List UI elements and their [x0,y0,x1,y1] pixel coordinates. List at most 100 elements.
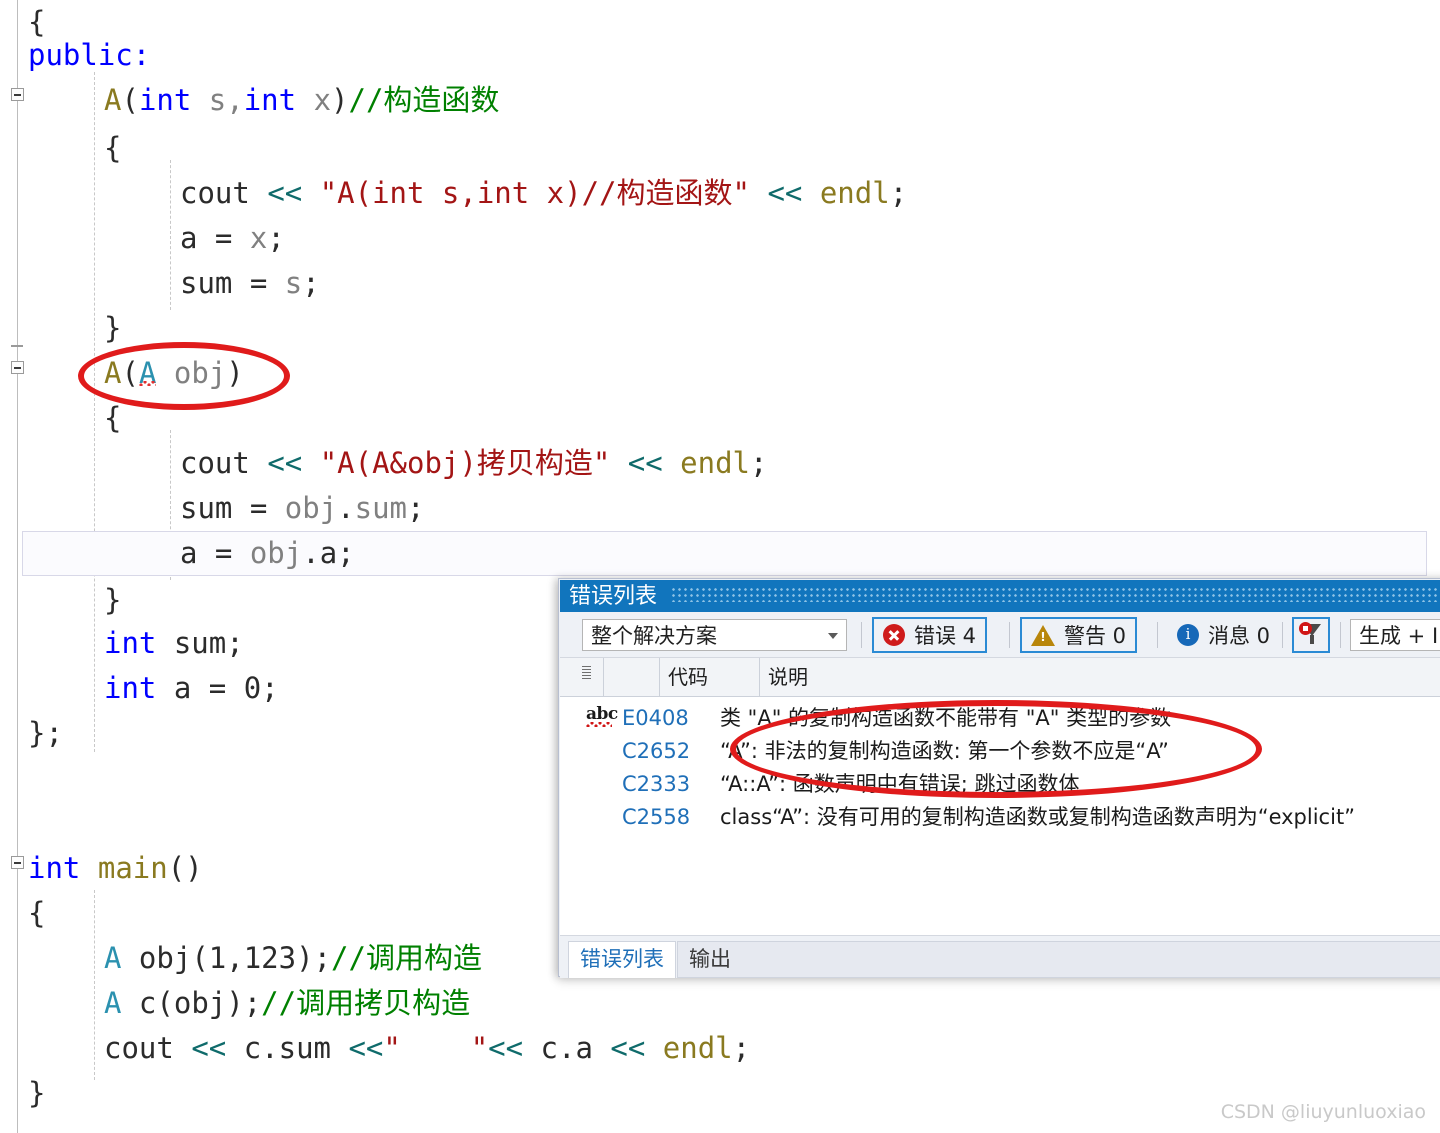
code-line[interactable]: A c(obj);//调用拷贝构造 [0,981,470,1026]
code-token: int [28,851,81,885]
code-token: << [610,1031,646,1065]
code-token: public: [28,38,151,72]
code-token: obj [156,356,227,390]
code-line[interactable]: A(A obj) [0,351,244,396]
error-list-titlebar[interactable]: 错误列表 [560,580,1440,612]
messages-filter-button[interactable]: 消息 0 [1168,617,1280,653]
error-code[interactable]: C2652 [622,735,690,768]
code-line[interactable]: cout << "A(int s,int x)//构造函数" << endl; [0,171,907,216]
column-header-code[interactable]: 代码 [660,658,760,696]
code-line[interactable]: int a = 0; [0,666,279,711]
code-token: //调用构造 [331,941,482,975]
code-line[interactable]: a = obj.a; [0,531,355,576]
errors-filter-button[interactable]: 错误 4 [872,617,988,653]
code-token: . [337,491,355,525]
code-line[interactable]: }; [0,711,63,756]
code-token: ; [261,671,279,705]
code-token: obj [173,986,227,1020]
code-line[interactable]: { [0,126,121,171]
code-token: obj [267,491,338,525]
column-header-description[interactable]: 说明 [760,658,1440,696]
build-filter-dropdown[interactable]: 生成 + In [1350,619,1440,651]
column-header-severity[interactable] [560,658,604,696]
code-token: a [156,671,209,705]
error-list-row[interactable]: C2558 class“A”: 没有可用的复制构造函数或复制构造函数声明为“exp… [560,801,1440,834]
code-token: A [104,83,122,117]
tab-error-list[interactable]: 错误列表 [568,941,676,978]
error-list-toolbar[interactable]: 整个解决方案 错误 4 警告 0 消息 0 生成 + In [560,612,1440,657]
code-token: = [214,536,233,570]
code-line[interactable]: cout << c.sum <<" "<< c.a << endl; [0,1026,750,1071]
code-token: sum [180,491,250,525]
error-list-row[interactable]: C2333 “A::A”: 函数声明中有错误; 跳过函数体 [560,768,1440,801]
code-token: int [138,83,192,117]
code-line[interactable]: A obj(1,123);//调用构造 [0,936,482,981]
tab-output[interactable]: 输出 [677,941,1440,978]
code-token: << [267,446,303,480]
code-token: ( [191,941,209,975]
warnings-filter-button[interactable]: 警告 0 [1020,617,1138,653]
code-token: }; [28,716,63,750]
error-code[interactable]: C2333 [622,768,690,801]
sort-indicator-icon [582,666,591,680]
error-list-grid[interactable]: 代码 说明 abc E0408 类 "A" 的复制构造函数不能带有 "A" 类型的参… [560,657,1440,936]
code-line[interactable]: sum = obj.sum; [0,486,424,531]
code-token: sum [156,626,227,660]
code-token: ; [267,221,285,255]
code-token: obj [121,941,192,975]
code-line[interactable]: { [0,891,45,936]
code-token: ; [750,446,768,480]
code-line[interactable]: cout << "A(A&obj)拷贝构造" << endl; [0,441,767,486]
code-token: << [348,1031,384,1065]
code-token: ; [302,266,320,300]
error-code[interactable]: C2558 [622,801,690,834]
code-line[interactable]: A(int s,int x)//构造函数 [0,78,499,123]
code-token: obj [232,536,303,570]
code-token: endl [819,176,890,210]
funnel-badge-dot [1299,622,1312,635]
error-list-panel[interactable]: 错误列表 整个解决方案 错误 4 警告 0 消息 0 [558,578,1440,978]
code-token: ; [226,626,244,660]
code-token: ( [121,83,139,117]
code-token: { [28,896,46,930]
error-list-row[interactable]: C2652 “A”: 非法的复制构造函数: 第一个参数不应是“A” [560,735,1440,768]
code-token: "A(int s,int x)//构造函数" [319,176,750,210]
code-token: endl [662,1031,733,1065]
scope-filter-value: 整个解决方案 [591,624,717,648]
code-line[interactable]: int main() [0,846,203,891]
code-token: c [226,1031,262,1065]
code-line[interactable]: int sum; [0,621,244,666]
code-token: cout [180,446,268,480]
code-token: ) [331,83,349,117]
funnel-stem [1310,635,1314,644]
code-line[interactable]: a = x; [0,216,285,261]
column-header-icon[interactable] [604,658,660,696]
code-line[interactable]: } [0,578,121,623]
code-line[interactable]: { [0,396,121,441]
funnel-filter-button[interactable] [1292,617,1330,653]
code-line[interactable]: sum = s; [0,261,320,306]
csdn-watermark: CSDN @liuyunluoxiao [1220,1101,1426,1123]
code-token: a [319,536,338,570]
scope-filter-dropdown[interactable]: 整个解决方案 [582,619,847,651]
error-list-header-row: 代码 说明 [560,658,1440,697]
drag-handle-dots[interactable] [672,588,1440,602]
code-line[interactable]: } [0,306,121,351]
code-token: c [121,986,157,1020]
code-token: = [249,491,268,525]
code-token: } [104,311,122,345]
code-token: //调用拷贝构造 [261,986,471,1020]
code-line[interactable]: public: [0,33,150,78]
code-line[interactable]: } [0,1071,45,1116]
toolbar-separator-1 [861,622,862,648]
error-panel-tab-strip[interactable]: 错误列表 输出 [560,935,1440,978]
error-code[interactable]: E0408 [622,702,689,735]
code-token: c [523,1031,558,1065]
error-list-row[interactable]: abc E0408 类 "A" 的复制构造函数不能带有 "A" 类型的参数 [560,702,1440,735]
code-token: { [104,131,122,165]
code-token: ; [889,176,908,210]
code-token: sum [278,1031,349,1065]
